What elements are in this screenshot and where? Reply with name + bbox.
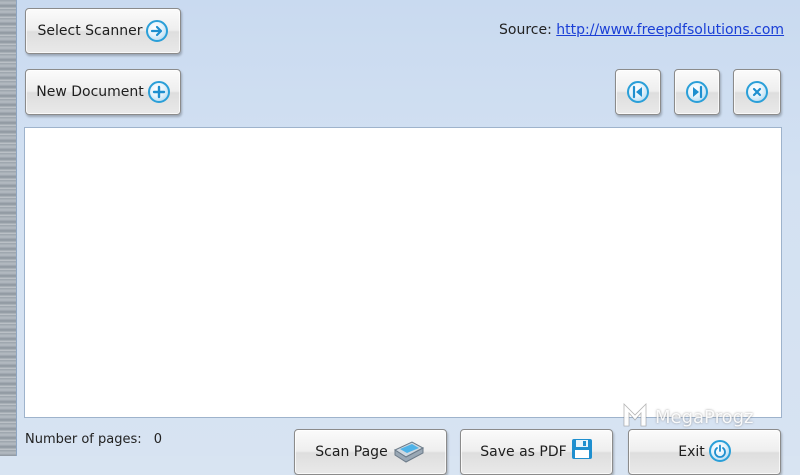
- last-page-button[interactable]: [674, 69, 720, 115]
- power-icon: [708, 440, 731, 462]
- megaprogz-logo-icon: [621, 402, 649, 433]
- source-line: Source: http://www.freepdfsolutions.com: [499, 22, 784, 38]
- source-label: Source:: [499, 22, 552, 38]
- scanner-app-window: Select Scanner Source: http://www.freepd…: [16, 0, 800, 475]
- save-as-pdf-button[interactable]: Save as PDF: [460, 429, 613, 475]
- scan-page-label: Scan Page: [315, 444, 388, 460]
- watermark: MegaProgz: [621, 402, 754, 433]
- plus-icon: [147, 81, 170, 103]
- scan-page-button[interactable]: Scan Page: [294, 429, 447, 475]
- page-count-value: 0: [153, 432, 163, 447]
- page-preview-area[interactable]: [24, 127, 782, 418]
- close-icon: [746, 81, 768, 103]
- page-count-label: Number of pages:: [25, 432, 142, 447]
- page-count: Number of pages: 0: [25, 432, 162, 447]
- exit-button[interactable]: Exit: [628, 429, 781, 475]
- delete-page-button[interactable]: [733, 69, 781, 115]
- new-document-label: New Document: [36, 84, 144, 100]
- skip-last-icon: [686, 81, 708, 103]
- floppy-disk-icon: [571, 438, 593, 464]
- source-link[interactable]: http://www.freepdfsolutions.com: [556, 22, 784, 38]
- arrow-right-icon: [146, 20, 169, 42]
- skip-first-icon: [627, 81, 649, 103]
- new-document-button[interactable]: New Document: [25, 69, 181, 115]
- select-scanner-button[interactable]: Select Scanner: [25, 8, 181, 54]
- select-scanner-label: Select Scanner: [37, 23, 143, 39]
- exit-label: Exit: [678, 444, 705, 460]
- background-window-edge: [0, 0, 16, 456]
- scanner-icon: [392, 440, 426, 468]
- save-as-pdf-label: Save as PDF: [480, 444, 567, 460]
- watermark-text: MegaProgz: [655, 407, 754, 428]
- first-page-button[interactable]: [615, 69, 661, 115]
